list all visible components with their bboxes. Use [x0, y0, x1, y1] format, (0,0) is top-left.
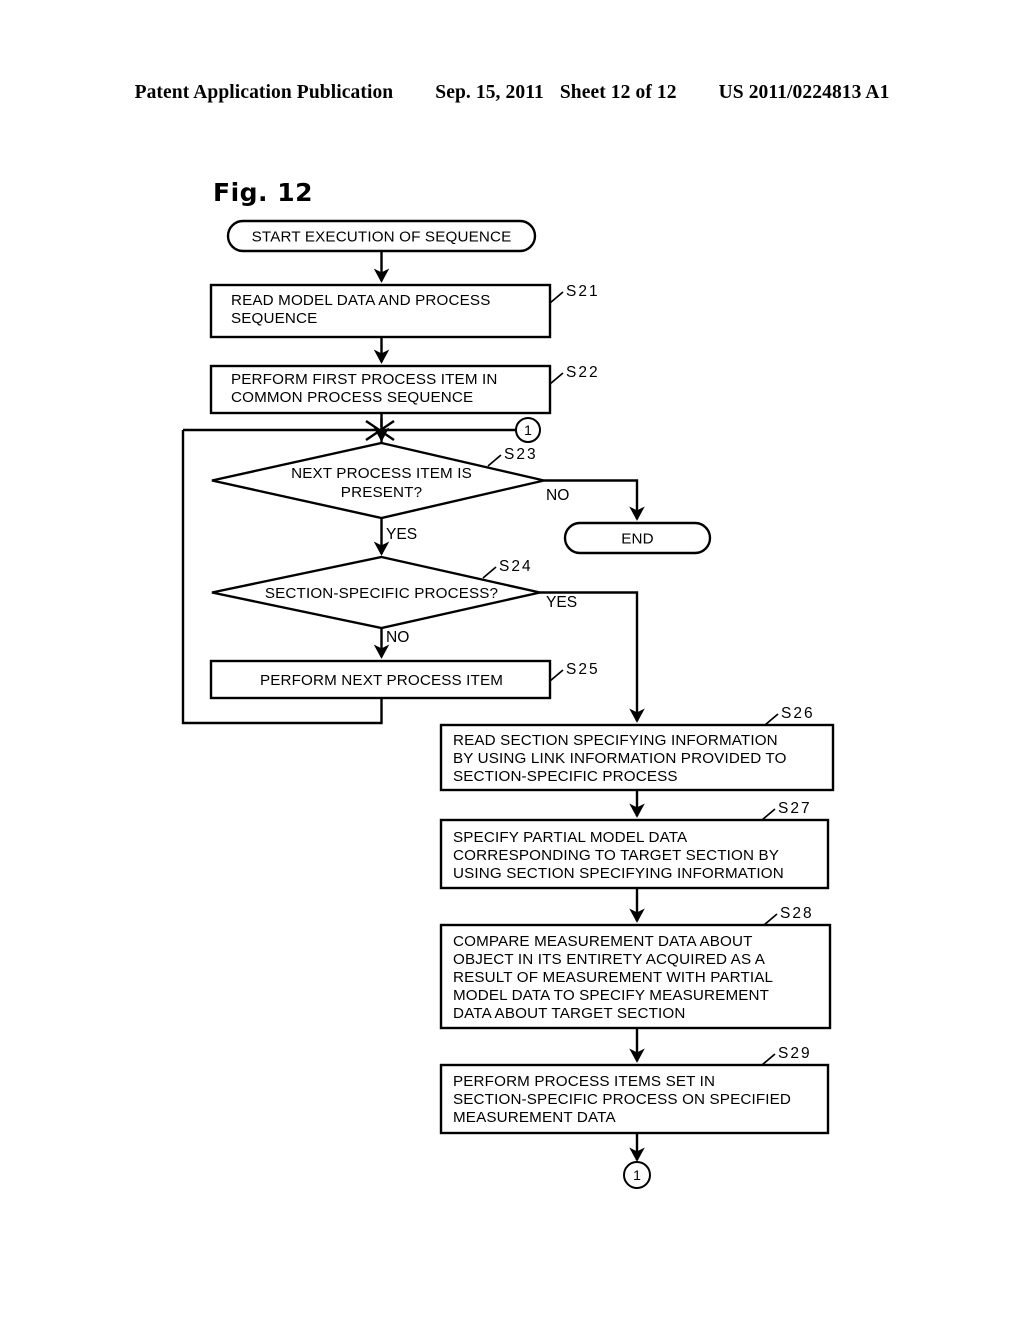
connector-top-label: 1	[524, 422, 532, 438]
s29-line-3: MEASUREMENT DATA	[453, 1109, 616, 1126]
flow-node-s29: PERFORM PROCESS ITEMS SET IN SECTION-SPE…	[439, 1063, 830, 1135]
s24-no-label: NO	[386, 629, 409, 646]
flowchart-diagram: START EXECUTION OF SEQUENCE READ MODEL D…	[181, 219, 835, 1189]
s27-line-2: CORRESPONDING TO TARGET SECTION BY	[453, 847, 779, 864]
start-node-label: START EXECUTION OF SEQUENCE	[252, 229, 512, 246]
s29-line-1: PERFORM PROCESS ITEMS SET IN	[453, 1073, 715, 1090]
s28-line-3: RESULT OF MEASUREMENT WITH PARTIAL	[453, 969, 773, 986]
s23-line-2: PRESENT?	[341, 484, 422, 501]
s27-leader-line	[761, 808, 776, 821]
s24-leader-line	[482, 566, 497, 579]
s23-yes-label: YES	[386, 526, 417, 543]
s22-leader-line	[549, 372, 564, 385]
s26-line-1: READ SECTION SPECIFYING INFORMATION	[453, 732, 778, 749]
edge-s24-yes-to-s26	[540, 591, 645, 723]
s28-line-2: OBJECT IN ITS ENTIRETY ACQUIRED AS A	[453, 951, 766, 968]
flow-node-s23: NEXT PROCESS ITEM IS PRESENT?	[211, 441, 545, 520]
flow-node-s21: READ MODEL DATA AND PROCESS SEQUENCE	[209, 283, 552, 339]
s27-line-3: USING SECTION SPECIFYING INFORMATION	[453, 865, 784, 882]
flow-node-s22: PERFORM FIRST PROCESS ITEM IN COMMON PRO…	[209, 364, 552, 415]
s28-line-4: MODEL DATA TO SPECIFY MEASUREMENT	[453, 987, 769, 1004]
flow-node-s27: SPECIFY PARTIAL MODEL DATA CORRESPONDING…	[439, 818, 830, 890]
s26-leader-line	[764, 713, 779, 726]
flow-node-s25: PERFORM NEXT PROCESS ITEM	[209, 659, 552, 700]
s22-line-1: PERFORM FIRST PROCESS ITEM IN	[231, 371, 498, 388]
s27-line-1: SPECIFY PARTIAL MODEL DATA	[453, 829, 688, 846]
flow-connector-top: 1	[515, 417, 541, 443]
flow-node-end: END	[563, 521, 712, 555]
s23-no-label: NO	[546, 487, 569, 504]
s25-line-1: PERFORM NEXT PROCESS ITEM	[260, 672, 503, 689]
s29-leader-line	[761, 1053, 776, 1066]
connector-bottom-label: 1	[633, 1167, 641, 1183]
s24-yes-label: YES	[546, 594, 577, 611]
flow-node-s26: READ SECTION SPECIFYING INFORMATION BY U…	[439, 723, 835, 792]
s29-step-label: S29	[778, 1045, 812, 1062]
s22-step-label: S22	[566, 364, 600, 381]
flow-node-s24: SECTION-SPECIFIC PROCESS?	[211, 555, 541, 630]
s21-line-1: READ MODEL DATA AND PROCESS	[231, 292, 490, 309]
s29-line-2: SECTION-SPECIFIC PROCESS ON SPECIFIED	[453, 1091, 791, 1108]
s25-leader-line	[549, 669, 564, 682]
s28-line-1: COMPARE MEASUREMENT DATA ABOUT	[453, 933, 753, 950]
s27-step-label: S27	[778, 800, 812, 817]
s28-leader-line	[763, 913, 778, 926]
s21-step-label: S21	[566, 283, 600, 300]
flow-node-start: START EXECUTION OF SEQUENCE	[226, 219, 537, 253]
s23-step-label: S23	[504, 446, 538, 463]
flow-connector-bottom: 1	[623, 1161, 651, 1189]
patent-figure-page: Patent Application Publication Sep. 15, …	[0, 0, 1024, 1320]
s28-line-5: DATA ABOUT TARGET SECTION	[453, 1005, 685, 1022]
s26-line-3: SECTION-SPECIFIC PROCESS	[453, 768, 678, 785]
flow-node-s28: COMPARE MEASUREMENT DATA ABOUT OBJECT IN…	[439, 923, 832, 1030]
s22-line-2: COMMON PROCESS SEQUENCE	[231, 389, 473, 406]
end-node-label: END	[621, 531, 654, 548]
s21-line-2: SEQUENCE	[231, 310, 317, 327]
s23-line-1: NEXT PROCESS ITEM IS	[291, 465, 472, 482]
s28-step-label: S28	[780, 905, 814, 922]
s26-line-2: BY USING LINK INFORMATION PROVIDED TO	[453, 750, 787, 767]
s23-leader-line	[487, 454, 502, 467]
s25-step-label: S25	[566, 661, 600, 678]
s21-leader-line	[549, 291, 564, 304]
s24-line-1: SECTION-SPECIFIC PROCESS?	[265, 585, 498, 602]
s26-step-label: S26	[781, 705, 815, 722]
s24-step-label: S24	[499, 558, 533, 575]
